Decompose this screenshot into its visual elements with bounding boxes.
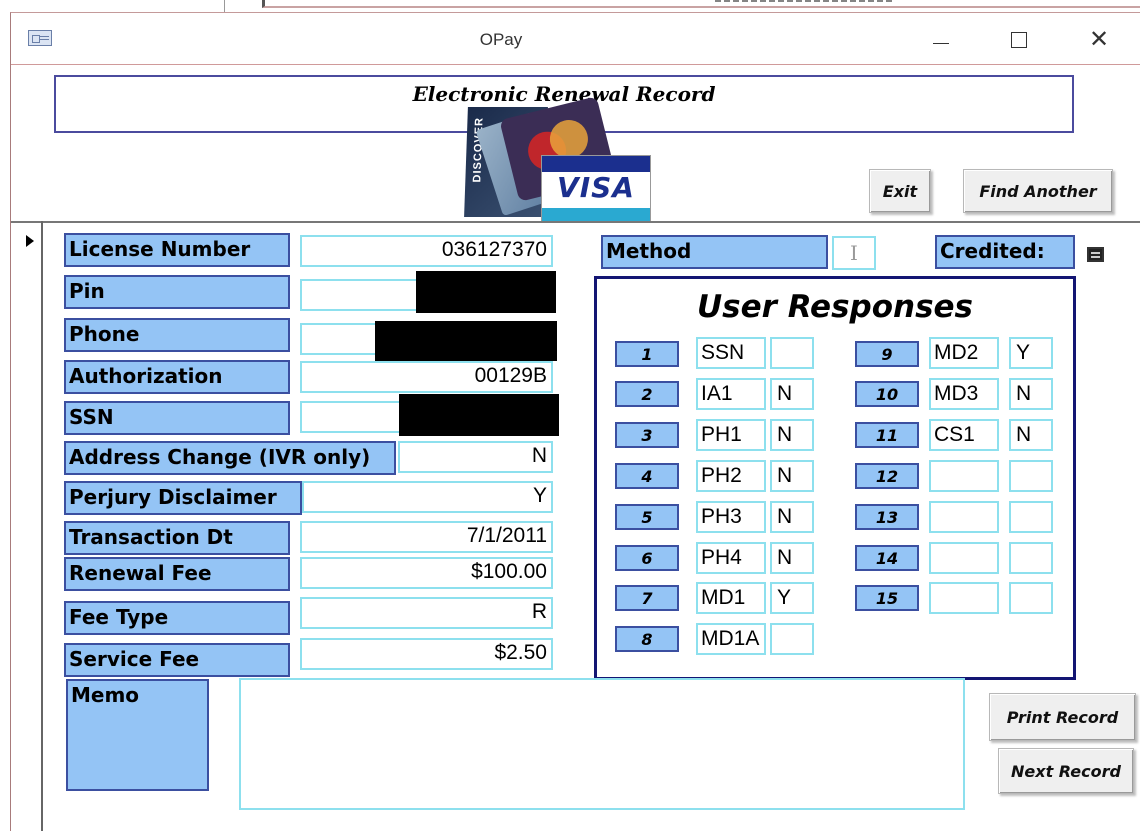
method-field[interactable]: I [832, 236, 876, 270]
response-number: 15 [855, 585, 919, 611]
title-bar[interactable]: OPay ✕ [11, 13, 1140, 65]
credited-label: Credited: [935, 235, 1075, 269]
find-another-button[interactable]: Find Another [963, 169, 1113, 213]
response-answer-field[interactable]: N [1009, 378, 1053, 410]
background-window-strip [0, 0, 1140, 12]
user-responses-title: User Responses [696, 289, 974, 325]
user-responses-panel: User Responses 1 SSN 2 IA1 N 3 PH1 N 4 P… [594, 276, 1076, 680]
response-code-field[interactable] [929, 501, 999, 533]
response-code-field[interactable]: SSN [696, 337, 766, 369]
print-record-button[interactable]: Print Record [989, 693, 1136, 741]
form-title: Electronic Renewal Record [412, 82, 716, 106]
renewal-fee-field[interactable]: $100.00 [300, 557, 553, 589]
response-code-field[interactable]: MD1 [696, 582, 766, 614]
visa-card-image: VISA [541, 155, 651, 223]
response-code-field[interactable] [929, 542, 999, 574]
response-number: 4 [615, 463, 679, 489]
close-icon: ✕ [1088, 26, 1110, 53]
response-code-field[interactable]: PH2 [696, 460, 766, 492]
response-answer-field[interactable] [1009, 460, 1053, 492]
method-label: Method [601, 235, 828, 269]
response-code-field[interactable] [929, 582, 999, 614]
phone-label: Phone [64, 318, 290, 352]
response-number: 12 [855, 463, 919, 489]
pin-label: Pin [64, 275, 290, 309]
response-answer-field[interactable] [1009, 542, 1053, 574]
response-number: 9 [855, 341, 919, 367]
response-code-field[interactable]: PH3 [696, 501, 766, 533]
exit-button[interactable]: Exit [869, 169, 931, 213]
response-number: 11 [855, 422, 919, 448]
response-number: 2 [615, 381, 679, 407]
address-change-field[interactable]: N [398, 441, 553, 473]
response-number: 8 [615, 626, 679, 652]
response-number: 6 [615, 545, 679, 571]
response-code-field[interactable]: MD2 [929, 337, 999, 369]
response-code-field[interactable]: PH4 [696, 542, 766, 574]
header-divider [11, 221, 1140, 223]
fee-type-field[interactable]: R [300, 597, 553, 629]
maximize-button[interactable] [999, 23, 1039, 57]
license-number-field[interactable]: 036127370 [300, 235, 553, 267]
minimize-button[interactable] [921, 23, 961, 57]
current-record-arrow-icon [26, 235, 34, 247]
ssn-label: SSN [64, 401, 290, 435]
response-number: 7 [615, 585, 679, 611]
authorization-field[interactable]: 00129B [300, 361, 553, 393]
transaction-date-field[interactable]: 7/1/2011 [300, 521, 553, 553]
response-number: 10 [855, 381, 919, 407]
response-code-field[interactable]: MD3 [929, 378, 999, 410]
response-number: 1 [615, 341, 679, 367]
service-fee-label: Service Fee [64, 643, 290, 677]
close-button[interactable]: ✕ [1079, 23, 1119, 57]
credit-cards-logo: DISCOVER VISA [464, 96, 651, 229]
response-answer-field[interactable]: Y [1009, 337, 1053, 369]
perjury-disclaimer-label: Perjury Disclaimer [64, 481, 302, 515]
response-code-field[interactable]: CS1 [929, 419, 999, 451]
service-fee-field[interactable]: $2.50 [300, 638, 553, 670]
response-number: 5 [615, 504, 679, 530]
maximize-icon [1011, 32, 1027, 48]
response-number: 14 [855, 545, 919, 571]
license-number-label: License Number [64, 233, 290, 267]
minimize-icon [933, 42, 949, 44]
response-code-field[interactable]: MD1A [696, 623, 766, 655]
response-answer-field[interactable]: N [770, 542, 814, 574]
response-answer-field[interactable]: N [770, 378, 814, 410]
memo-field[interactable] [239, 678, 965, 810]
window-title: OPay [479, 30, 523, 49]
background-pane [0, 0, 225, 12]
next-record-button[interactable]: Next Record [998, 748, 1134, 794]
response-answer-field[interactable] [1009, 582, 1053, 614]
response-answer-field[interactable] [1009, 501, 1053, 533]
response-code-field[interactable]: IA1 [696, 378, 766, 410]
response-answer-field[interactable] [770, 623, 814, 655]
response-answer-field[interactable]: N [770, 419, 814, 451]
response-number: 3 [615, 422, 679, 448]
address-change-label: Address Change (IVR only) [64, 441, 396, 475]
redaction-block [399, 394, 559, 436]
response-number: 13 [855, 504, 919, 530]
authorization-label: Authorization [64, 360, 290, 394]
transaction-date-label: Transaction Dt [64, 521, 290, 555]
response-answer-field[interactable]: N [770, 501, 814, 533]
memo-label: Memo [66, 679, 209, 791]
response-answer-field[interactable] [770, 337, 814, 369]
redaction-block [375, 321, 557, 361]
fee-type-label: Fee Type [64, 601, 290, 635]
renewal-fee-label: Renewal Fee [64, 557, 290, 591]
credited-checkbox[interactable] [1087, 247, 1104, 262]
perjury-disclaimer-field[interactable]: Y [302, 481, 553, 513]
redaction-block [416, 271, 556, 313]
record-selector-bar[interactable] [41, 221, 43, 831]
response-code-field[interactable] [929, 460, 999, 492]
response-answer-field[interactable]: Y [770, 582, 814, 614]
response-answer-field[interactable]: N [770, 460, 814, 492]
background-pane [262, 0, 1140, 8]
opay-window: OPay ✕ Electronic Renewal Record DISCOVE… [10, 12, 1140, 831]
response-answer-field[interactable]: N [1009, 419, 1053, 451]
response-code-field[interactable]: PH1 [696, 419, 766, 451]
